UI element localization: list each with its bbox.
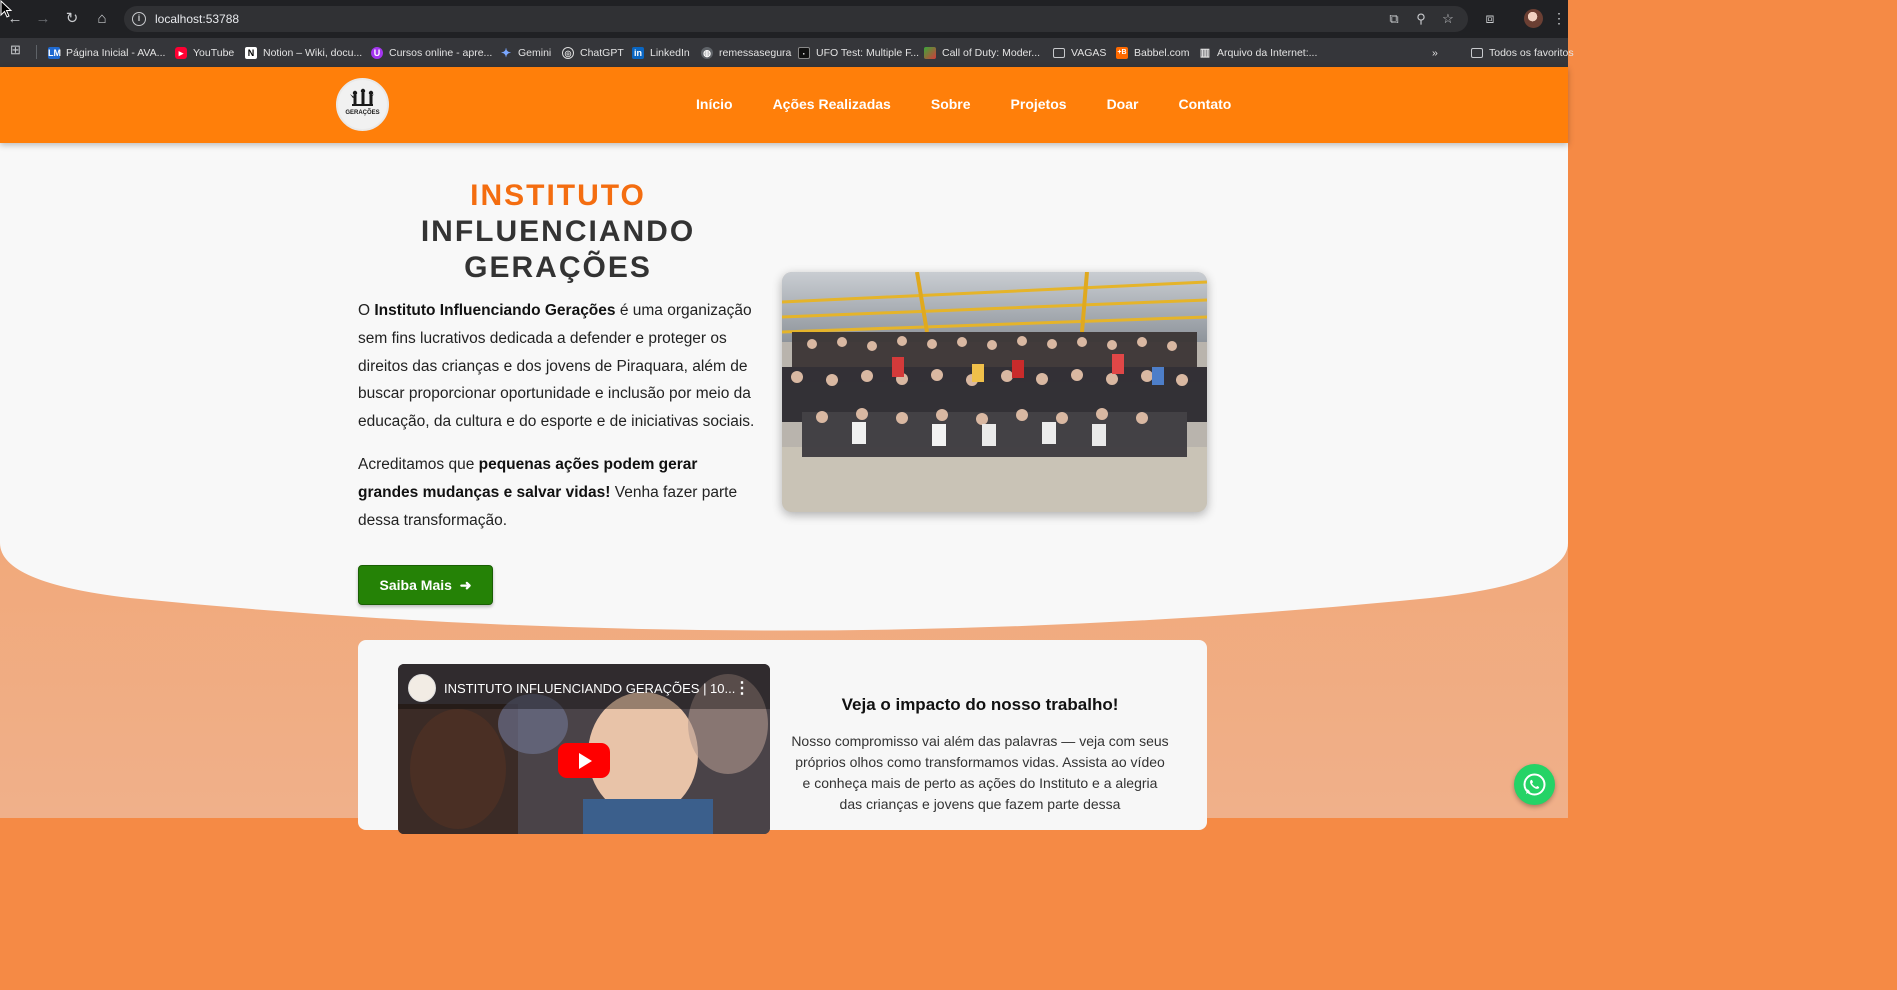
- bookmark-item[interactable]: N Notion – Wiki, docu...: [245, 43, 362, 63]
- hero-paragraph-1: O Instituto Influenciando Gerações é uma…: [358, 297, 758, 436]
- impact-heading: Veja o impacto do nosso trabalho!: [841, 695, 1119, 714]
- home-icon[interactable]: ⌂: [92, 9, 112, 29]
- site-info-icon[interactable]: i: [132, 12, 146, 26]
- bookmark-item[interactable]: · UFO Test: Multiple F...: [798, 43, 919, 63]
- bookmark-item[interactable]: ▥ Arquivo da Internet:...: [1199, 43, 1318, 63]
- bookmark-item[interactable]: VAGAS: [1053, 43, 1106, 63]
- nav-projetos[interactable]: Projetos: [1011, 96, 1067, 112]
- udemy-icon: U: [371, 47, 383, 59]
- bookmark-label: Página Inicial - AVA...: [66, 47, 166, 59]
- folder-icon: [1053, 48, 1065, 58]
- youtube-icon: ▸: [175, 47, 187, 59]
- saiba-mais-label: Saiba Mais: [379, 577, 452, 593]
- bookmark-label: LinkedIn: [650, 47, 690, 59]
- text-span: é uma organização sem fins lucrativos de…: [358, 302, 755, 431]
- extensions-icon[interactable]: ⧈: [1481, 9, 1499, 27]
- cod-icon: [924, 47, 936, 59]
- text-span: O: [358, 302, 375, 319]
- hero-title-line2: INFLUENCIANDO: [420, 215, 696, 248]
- group-photo-image: [782, 272, 1207, 512]
- bookmark-label: ChatGPT: [580, 47, 624, 59]
- bookmark-item[interactable]: +B Babbel.com: [1116, 43, 1189, 63]
- bookmark-item[interactable]: ✦ Gemini: [500, 43, 551, 63]
- whatsapp-icon: [1523, 773, 1546, 796]
- saiba-mais-button[interactable]: Saiba Mais ➜: [358, 565, 493, 605]
- whatsapp-button[interactable]: [1514, 764, 1555, 805]
- channel-avatar[interactable]: [408, 674, 436, 702]
- bookmark-label: VAGAS: [1071, 47, 1107, 59]
- bookmark-label: Call of Duty: Moder...: [942, 47, 1041, 59]
- main-nav: Início Ações Realizadas Sobre Projetos D…: [696, 96, 1271, 112]
- bookmark-label: UFO Test: Multiple F...: [816, 47, 920, 59]
- nav-acoes-realizadas[interactable]: Ações Realizadas: [773, 96, 891, 112]
- bookmark-item[interactable]: U Cursos online - apre...: [371, 43, 492, 63]
- gemini-icon: ✦: [500, 46, 512, 60]
- archive-icon: ▥: [1199, 47, 1211, 59]
- url-text[interactable]: localhost:53788: [155, 11, 239, 27]
- linkedin-icon: in: [632, 47, 644, 59]
- folder-icon: [1471, 48, 1483, 58]
- mouse-cursor-icon: [0, 0, 13, 18]
- bookmark-star-icon[interactable]: ☆: [1440, 11, 1456, 27]
- bookmark-item[interactable]: in LinkedIn: [632, 43, 690, 63]
- impact-text: Nosso compromisso vai além das palavras …: [791, 733, 1169, 812]
- text-span: Acreditamos que: [358, 456, 479, 473]
- forward-icon[interactable]: →: [33, 9, 53, 29]
- notion-icon: N: [245, 47, 257, 59]
- bookmark-label: Babbel.com: [1134, 47, 1190, 59]
- bookmark-item[interactable]: LM Página Inicial - AVA...: [48, 43, 165, 63]
- chatgpt-icon: ◎: [562, 47, 574, 59]
- profile-avatar[interactable]: [1524, 9, 1543, 28]
- reload-icon[interactable]: ↻: [62, 9, 82, 29]
- youtube-play-icon[interactable]: [558, 743, 610, 778]
- bookmark-item[interactable]: ▸ YouTube: [175, 43, 234, 63]
- hero-title-line1: INSTITUTO: [470, 179, 646, 212]
- bookmark-label: YouTube: [193, 47, 235, 59]
- arrow-right-icon: ➜: [455, 577, 472, 593]
- nav-contato[interactable]: Contato: [1178, 96, 1231, 112]
- video-more-icon[interactable]: ⋮: [734, 678, 750, 698]
- globe-icon: ◍: [701, 47, 713, 59]
- ufo-icon: ·: [798, 47, 810, 59]
- bookmark-label: Gemini: [518, 47, 552, 59]
- group-photo: [782, 272, 1207, 512]
- site-header: GERAÇÕES Início Ações Realizadas Sobre P…: [0, 67, 1568, 143]
- logo-text: GERAÇÕES: [345, 109, 379, 116]
- more-bookmarks-icon[interactable]: »: [1432, 43, 1438, 63]
- video-title[interactable]: INSTITUTO INFLUENCIANDO GERAÇÕES | 10...: [444, 681, 735, 696]
- bookmark-label: Notion – Wiki, docu...: [263, 47, 363, 59]
- bookmark-item[interactable]: ◍ remessasegura: [701, 43, 791, 63]
- apps-icon[interactable]: ⊞: [10, 43, 24, 57]
- browser-menu-icon[interactable]: ⋮: [1552, 9, 1566, 27]
- bookmark-item[interactable]: Call of Duty: Moder...: [924, 43, 1040, 63]
- all-bookmarks-folder[interactable]: Todos os favoritos: [1471, 43, 1574, 63]
- bookmark-label: Arquivo da Internet:...: [1217, 47, 1318, 59]
- babbel-icon: +B: [1116, 47, 1128, 59]
- browser-toolbar: ← → ↻ ⌂ i localhost:53788 ⧉ ⚲ ☆ ⧈ ⋮: [0, 0, 1568, 38]
- bookmark-label: Todos os favoritos: [1489, 47, 1574, 59]
- zoom-icon[interactable]: ⚲: [1413, 11, 1429, 27]
- youtube-video-embed[interactable]: INSTITUTO INFLUENCIANDO GERAÇÕES | 10...…: [398, 664, 770, 834]
- install-app-icon[interactable]: ⧉: [1386, 11, 1402, 27]
- hero-title: INSTITUTO INFLUENCIANDO GERAÇÕES: [358, 178, 758, 286]
- bold-span: Instituto Influenciando Gerações: [374, 302, 616, 319]
- nav-doar[interactable]: Doar: [1107, 96, 1139, 112]
- site-logo[interactable]: GERAÇÕES: [336, 78, 389, 131]
- video-card: INSTITUTO INFLUENCIANDO GERAÇÕES | 10...…: [358, 640, 1207, 834]
- bookmark-label: Cursos online - apre...: [389, 47, 493, 59]
- address-bar[interactable]: i localhost:53788 ⧉ ⚲ ☆: [124, 6, 1468, 32]
- nav-sobre[interactable]: Sobre: [931, 96, 971, 112]
- nav-inicio[interactable]: Início: [696, 96, 733, 112]
- hero-title-line3: GERAÇÕES: [464, 251, 652, 284]
- bookmarks-separator: [36, 45, 37, 59]
- logo-figures-icon: GERAÇÕES: [345, 88, 380, 116]
- ava-icon: LM: [48, 47, 61, 59]
- bookmark-item[interactable]: ◎ ChatGPT: [562, 43, 624, 63]
- hero-paragraph-2: Acreditamos que pequenas ações podem ger…: [358, 451, 758, 534]
- bookmark-label: remessasegura: [719, 47, 792, 59]
